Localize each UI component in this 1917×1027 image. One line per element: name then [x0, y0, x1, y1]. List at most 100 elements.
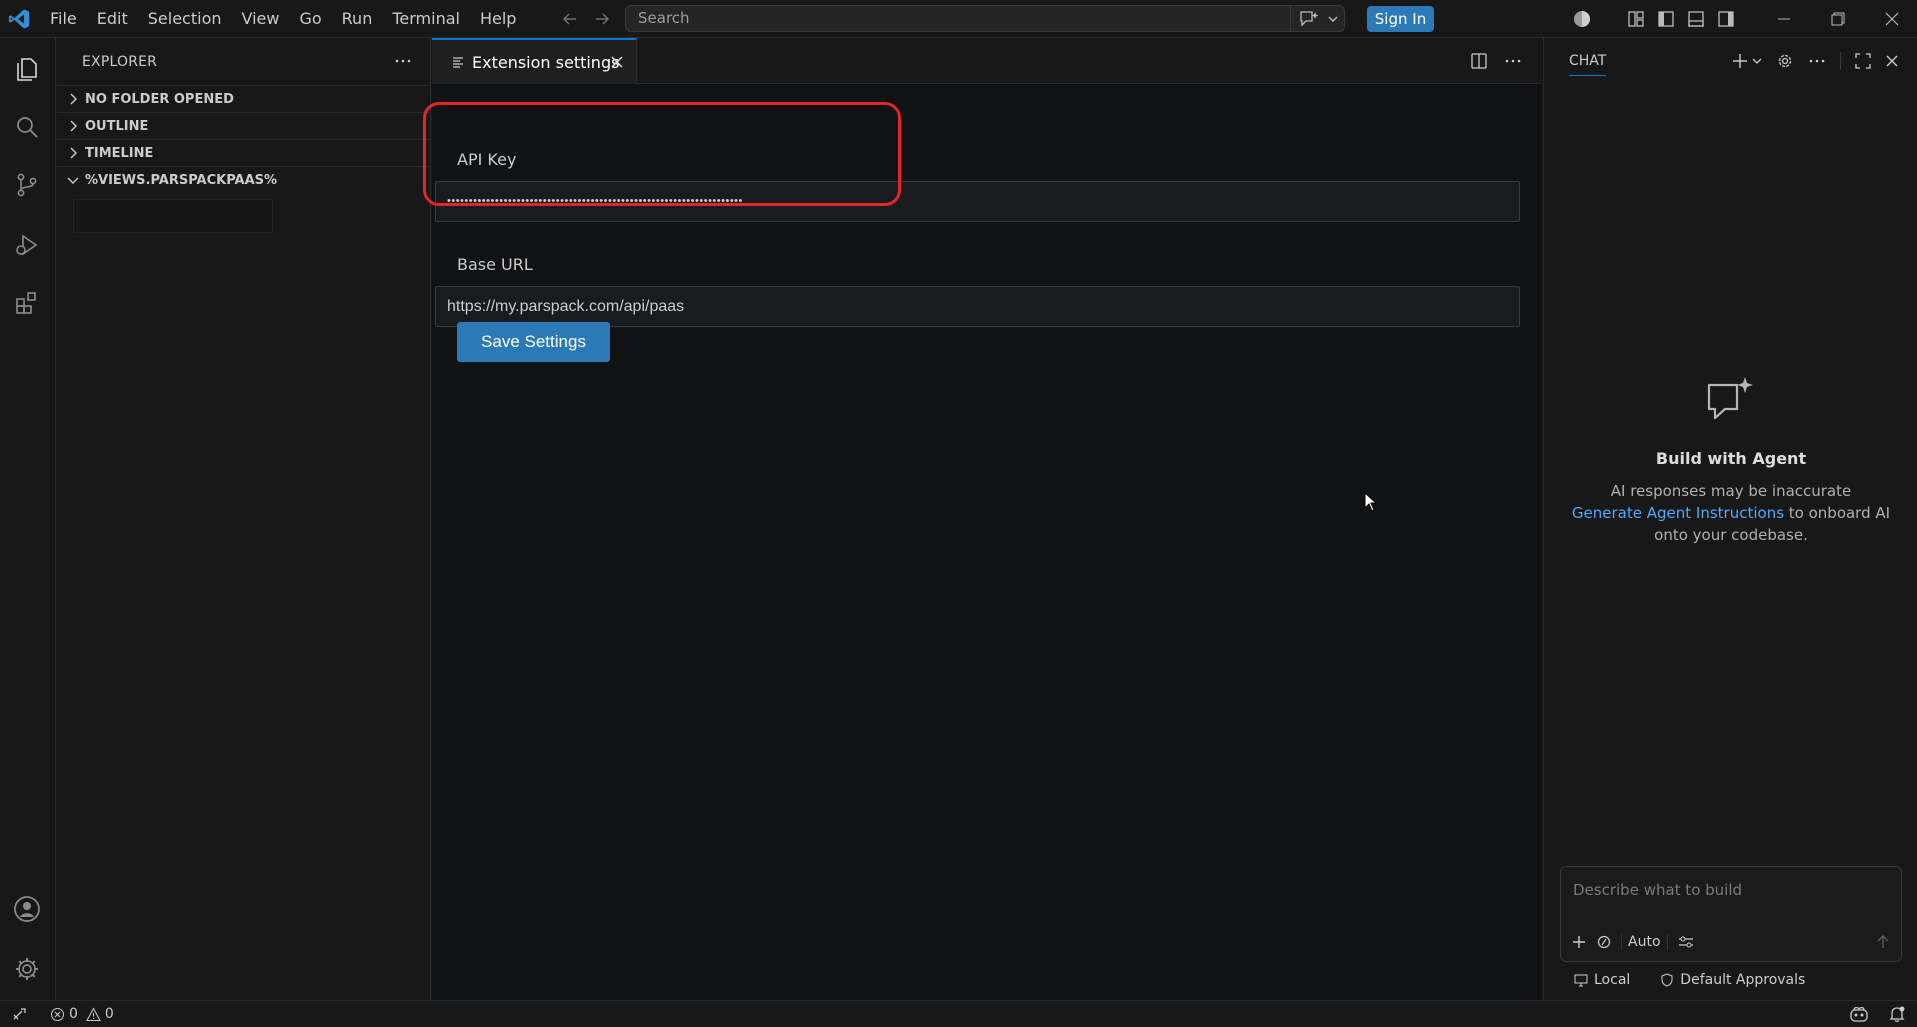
section-no-folder-opened[interactable]: NO FOLDER OPENED [57, 85, 430, 112]
empty-line-2-rest: to onboard AI [1784, 504, 1891, 522]
menu-selection[interactable]: Selection [138, 0, 232, 38]
accounts-icon[interactable] [10, 892, 44, 926]
base-url-label: Base URL [457, 255, 533, 274]
editor-actions [1470, 52, 1522, 70]
toggle-primary-sidebar-icon[interactable] [1656, 9, 1676, 29]
tools-icon[interactable] [1597, 935, 1611, 949]
manage-gear-icon[interactable] [10, 952, 44, 986]
base-url-input[interactable]: https://my.parspack.com/api/paas [435, 286, 1520, 327]
chevron-down-icon [65, 172, 81, 188]
toggle-panel-icon[interactable] [1686, 9, 1706, 29]
chevron-right-icon [65, 145, 81, 161]
approvals-setting[interactable]: Default Approvals [1660, 972, 1805, 988]
restore-icon[interactable] [1811, 0, 1865, 38]
remote-indicator-icon[interactable] [0, 1001, 40, 1027]
chat-actions [1732, 52, 1899, 70]
menu-view[interactable]: View [232, 0, 290, 38]
menu-edit[interactable]: Edit [87, 0, 138, 38]
more-actions-icon[interactable] [1808, 52, 1826, 70]
maximize-icon[interactable] [1855, 53, 1871, 69]
run-debug-icon[interactable] [10, 228, 44, 262]
divider [1840, 52, 1841, 70]
source-control-icon[interactable] [10, 168, 44, 202]
preview-lines-icon [452, 56, 464, 68]
more-actions-icon[interactable] [394, 52, 412, 70]
status-right [1849, 1005, 1905, 1023]
explorer-sidebar: EXPLORER NO FOLDER OPENED OUTLINE TIMELI… [57, 38, 431, 1000]
menu-go[interactable]: Go [289, 0, 331, 38]
section-label: NO FOLDER OPENED [85, 91, 234, 107]
add-context-plus-icon[interactable] [1571, 934, 1587, 950]
split-editor-icon[interactable] [1470, 52, 1488, 70]
settings-gear-icon[interactable] [1776, 52, 1794, 70]
chat-panel: CHAT Build with Agent AI responses may b… [1543, 38, 1917, 1000]
chat-input-box[interactable]: Describe what to build Auto [1560, 866, 1902, 962]
section-label: %VIEWS.PARSPACKPAAS% [85, 172, 278, 188]
notifications-bell-icon[interactable] [1889, 1005, 1905, 1023]
section-timeline[interactable]: TIMELINE [57, 139, 430, 166]
empty-line-3: onto your codebase. [1654, 526, 1808, 544]
close-window-icon[interactable] [1865, 0, 1917, 38]
mode-picker[interactable]: Auto [1621, 934, 1668, 950]
api-key-highlight-annotation [423, 102, 901, 206]
chat-sparkle-icon[interactable] [1299, 10, 1319, 28]
layout-controls [1572, 9, 1736, 29]
configure-sliders-icon[interactable] [1678, 934, 1694, 950]
minimize-icon[interactable] [1757, 0, 1811, 38]
section-label: OUTLINE [85, 118, 149, 134]
forward-arrow-icon[interactable] [592, 9, 612, 29]
activity-bar [0, 38, 56, 1000]
menu-bar: File Edit Selection View Go Run Terminal… [40, 0, 526, 38]
generate-agent-instructions-link[interactable]: Generate Agent Instructions [1572, 504, 1784, 522]
chevron-right-icon [65, 118, 81, 134]
accounts-copilot-icon[interactable] [1572, 9, 1592, 29]
empty-line-2: Generate Agent Instructions to onboard A… [1544, 502, 1917, 524]
copilot-icon[interactable] [1849, 1005, 1869, 1023]
search-icon[interactable] [10, 110, 44, 144]
error-count: 0 [69, 1006, 78, 1022]
close-icon[interactable] [1885, 54, 1899, 68]
extensions-icon[interactable] [10, 286, 44, 320]
menu-terminal[interactable]: Terminal [382, 0, 470, 38]
customize-layout-icon[interactable] [1626, 9, 1646, 29]
editor-area: Extension settings API Key •••••••••••••… [423, 38, 1542, 1000]
section-parspack-paas-view[interactable]: %VIEWS.PARSPACKPAAS% [57, 166, 430, 193]
tab-extension-settings[interactable]: Extension settings [432, 38, 637, 84]
status-bar: 0 0 [0, 1000, 1917, 1027]
command-center-search[interactable]: Search [625, 5, 1345, 32]
section-label: TIMELINE [85, 145, 154, 161]
empty-line-1: AI responses may be inaccurate [1610, 482, 1852, 500]
view-placeholder [73, 199, 273, 233]
menu-help[interactable]: Help [470, 0, 526, 38]
section-outline[interactable]: OUTLINE [57, 112, 430, 139]
empty-description: AI responses may be inaccurate Generate … [1544, 480, 1917, 546]
chat-input-toolbar: Auto [1571, 931, 1891, 953]
save-settings-button[interactable]: Save Settings [457, 322, 610, 362]
more-actions-icon[interactable] [1504, 52, 1522, 70]
close-icon[interactable] [608, 53, 626, 71]
chat-control[interactable] [1290, 6, 1344, 31]
toggle-secondary-sidebar-icon[interactable] [1716, 9, 1736, 29]
chat-title[interactable]: CHAT [1569, 53, 1607, 76]
navigation-arrows [560, 9, 612, 29]
sidebar-header: EXPLORER [57, 38, 430, 85]
back-arrow-icon[interactable] [560, 9, 580, 29]
monitor-icon [1574, 973, 1588, 987]
sign-in-button[interactable]: Sign In [1367, 6, 1434, 32]
session-local[interactable]: Local [1574, 972, 1630, 988]
menu-file[interactable]: File [40, 0, 87, 38]
chevron-right-icon [65, 91, 81, 107]
problems-indicator[interactable]: 0 0 [50, 1006, 114, 1022]
agent-chat-icon [1703, 373, 1759, 429]
chevron-down-icon[interactable] [1752, 56, 1762, 66]
chat-input-placeholder: Describe what to build [1573, 881, 1743, 899]
empty-title: Build with Agent [1655, 449, 1807, 468]
chevron-down-icon[interactable] [1327, 13, 1339, 25]
chat-empty-state: Build with Agent AI responses may be ina… [1544, 373, 1917, 546]
title-bar: File Edit Selection View Go Run Terminal… [0, 0, 1917, 38]
menu-run[interactable]: Run [332, 0, 383, 38]
send-arrow-icon[interactable] [1875, 934, 1891, 950]
explorer-icon[interactable] [10, 52, 44, 86]
new-chat-plus-icon[interactable] [1732, 53, 1748, 69]
